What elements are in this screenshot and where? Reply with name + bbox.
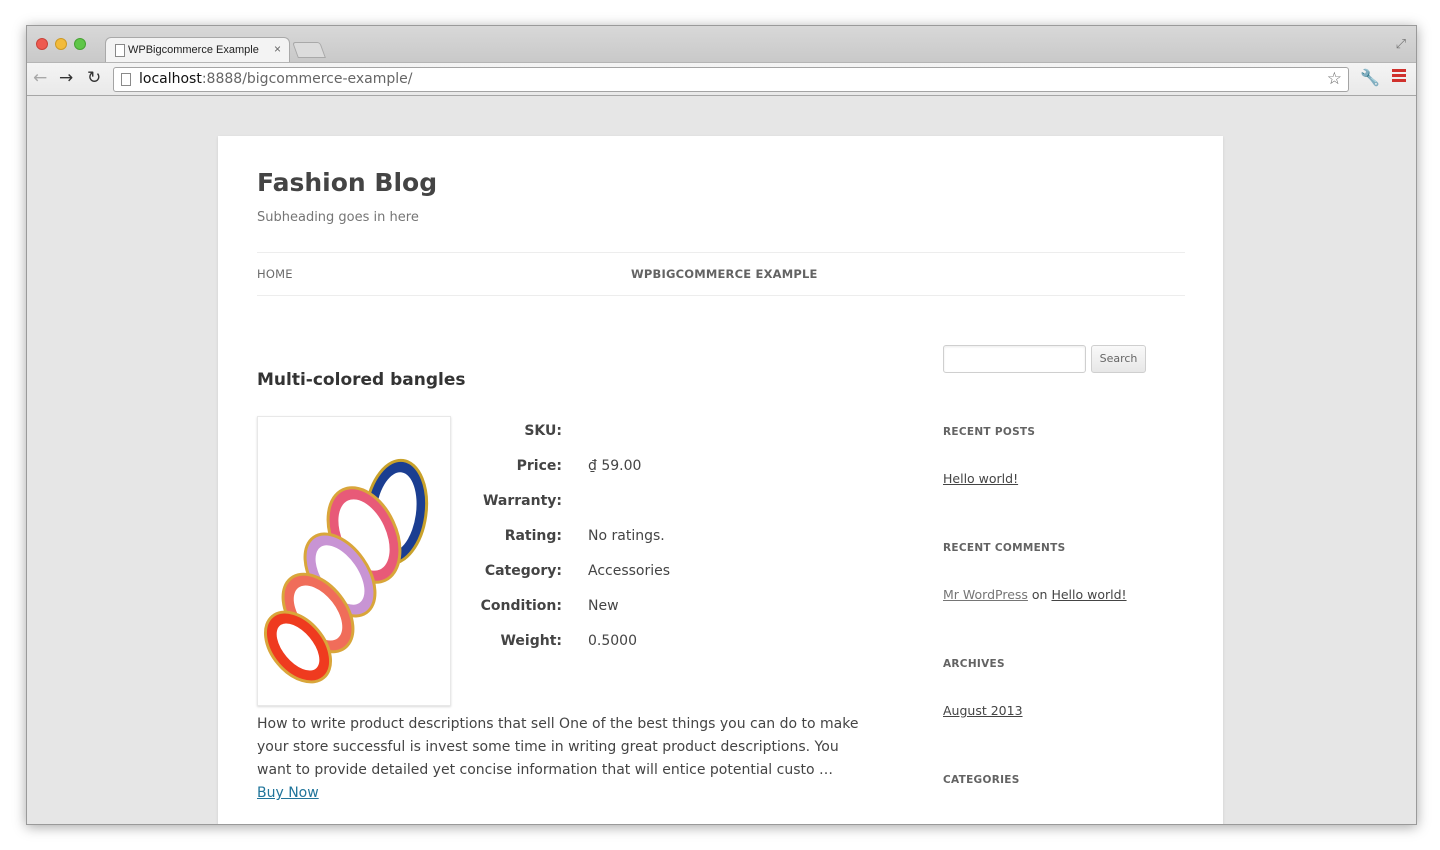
tab-strip: WPBigcommerce Example × ⤢ bbox=[27, 26, 1416, 63]
comment-post-link[interactable]: Hello world! bbox=[1051, 587, 1126, 602]
product-image[interactable] bbox=[257, 416, 451, 706]
new-tab-button[interactable] bbox=[292, 42, 326, 58]
url-text[interactable]: localhost:8888/bigcommerce-example/ bbox=[139, 71, 413, 87]
product-title[interactable]: Multi-colored bangles bbox=[257, 370, 466, 390]
spec-value: 0.5000 bbox=[588, 633, 637, 649]
bookmark-star-icon[interactable]: ☆ bbox=[1327, 69, 1342, 89]
page-icon bbox=[115, 44, 125, 57]
main-navigation: HOME WPBIGCOMMERCE EXAMPLE bbox=[257, 252, 1185, 296]
spec-value: New bbox=[588, 598, 619, 614]
minimize-window-button[interactable] bbox=[55, 38, 67, 50]
menu-icon[interactable] bbox=[1392, 69, 1406, 84]
site-title[interactable]: Fashion Blog bbox=[257, 168, 437, 197]
spec-row-weight: Weight: 0.5000 bbox=[460, 633, 760, 653]
archive-link[interactable]: August 2013 bbox=[943, 703, 1023, 718]
spec-row-price: Price: ₫ 59.00 bbox=[460, 458, 760, 478]
spec-label: Price: bbox=[516, 458, 562, 474]
page-content: Fashion Blog Subheading goes in here HOM… bbox=[218, 136, 1223, 824]
page-viewport: Fashion Blog Subheading goes in here HOM… bbox=[27, 96, 1416, 824]
url-host: localhost bbox=[139, 71, 202, 87]
spec-label: SKU: bbox=[524, 423, 562, 439]
close-window-button[interactable] bbox=[36, 38, 48, 50]
archives-heading: ARCHIVES bbox=[943, 658, 1005, 670]
spec-value: No ratings. bbox=[588, 528, 665, 544]
spec-row-category: Category: Accessories bbox=[460, 563, 760, 583]
recent-posts-heading: RECENT POSTS bbox=[943, 426, 1036, 438]
spec-label: Condition: bbox=[480, 598, 562, 614]
spec-value: ₫ 59.00 bbox=[588, 458, 642, 474]
comment-author-link[interactable]: Mr WordPress bbox=[943, 587, 1028, 602]
spec-label: Category: bbox=[484, 563, 562, 579]
spec-label: Weight: bbox=[500, 633, 562, 649]
recent-post-link[interactable]: Hello world! bbox=[943, 471, 1018, 486]
categories-heading: CATEGORIES bbox=[943, 774, 1020, 786]
spec-row-condition: Condition: New bbox=[460, 598, 760, 618]
wrench-icon[interactable]: 🔧 bbox=[1360, 68, 1380, 87]
address-bar[interactable]: localhost:8888/bigcommerce-example/ ☆ bbox=[113, 67, 1349, 92]
tab-close-icon[interactable]: × bbox=[274, 42, 281, 56]
spec-label: Warranty: bbox=[482, 493, 562, 509]
recent-comment: Mr WordPress on Hello world! bbox=[943, 587, 1127, 602]
bangles-image bbox=[263, 458, 429, 684]
site-description: Subheading goes in here bbox=[257, 210, 419, 225]
browser-toolbar: ← → ↻ localhost:8888/bigcommerce-example… bbox=[27, 62, 1416, 96]
tab-title: WPBigcommerce Example bbox=[128, 44, 259, 56]
buy-now-link[interactable]: Buy Now bbox=[257, 785, 319, 801]
nav-item-wpbigcommerce-example[interactable]: WPBIGCOMMERCE EXAMPLE bbox=[631, 267, 818, 281]
spec-value: Accessories bbox=[588, 563, 671, 579]
search-input[interactable] bbox=[943, 345, 1086, 373]
recent-comments-heading: RECENT COMMENTS bbox=[943, 542, 1066, 554]
spec-row-warranty: Warranty: bbox=[460, 493, 760, 513]
tab-active[interactable]: WPBigcommerce Example × bbox=[105, 37, 290, 63]
nav-item-home[interactable]: HOME bbox=[257, 267, 293, 281]
spec-row-sku: SKU: bbox=[460, 423, 760, 443]
product-description: How to write product descriptions that s… bbox=[257, 716, 859, 778]
url-path: :8888/bigcommerce-example/ bbox=[201, 71, 413, 87]
page-icon bbox=[121, 73, 131, 86]
back-arrow-icon[interactable]: ← bbox=[33, 68, 47, 88]
forward-arrow-icon[interactable]: → bbox=[59, 68, 73, 88]
zoom-window-button[interactable] bbox=[74, 38, 86, 50]
reload-icon[interactable]: ↻ bbox=[87, 68, 101, 88]
comment-on-text: on bbox=[1027, 587, 1052, 602]
browser-window: WPBigcommerce Example × ⤢ ← → ↻ localhos… bbox=[26, 25, 1417, 825]
search-button[interactable]: Search bbox=[1091, 345, 1146, 373]
fullscreen-icon[interactable]: ⤢ bbox=[1396, 37, 1406, 52]
spec-label: Rating: bbox=[504, 528, 562, 544]
spec-row-rating: Rating: No ratings. bbox=[460, 528, 760, 548]
